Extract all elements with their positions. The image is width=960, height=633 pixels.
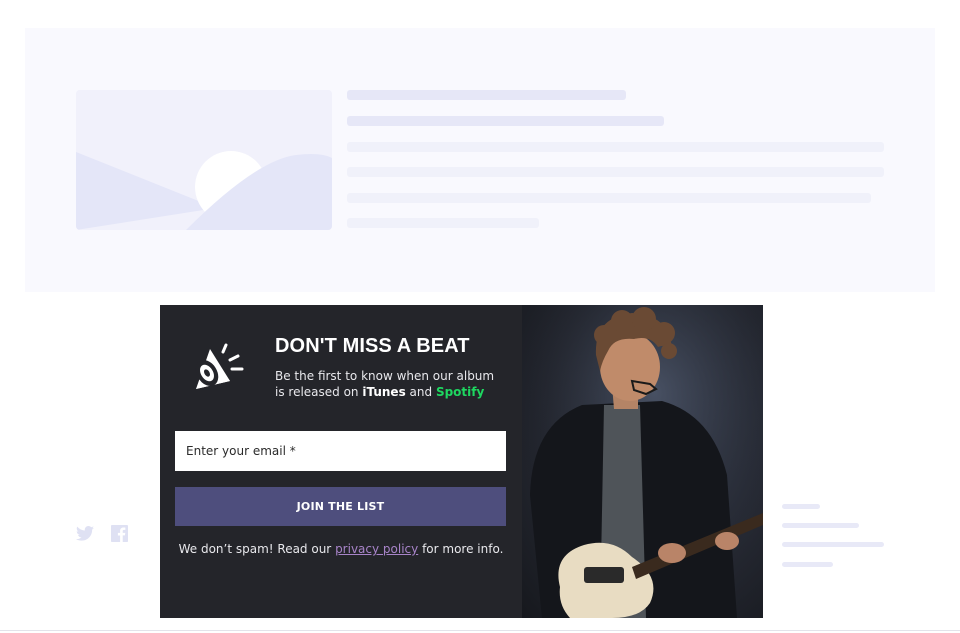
email-input[interactable] (175, 431, 506, 471)
placeholder-heading-line (347, 116, 664, 126)
spam-note-text: We don’t spam! Read our (178, 542, 336, 556)
landscape-icon (76, 90, 332, 230)
placeholder-text-line (347, 142, 884, 152)
description-text: and (405, 384, 436, 399)
modal-title: DON'T MISS A BEAT (275, 335, 470, 357)
placeholder-footer-line (782, 562, 833, 567)
placeholder-text-line (347, 167, 884, 177)
join-list-button[interactable]: JOIN THE LIST (175, 487, 506, 526)
newsletter-modal: DON'T MISS A BEAT Be the first to know w… (160, 305, 763, 618)
placeholder-footer-line (782, 504, 820, 509)
spotify-label: Spotify (435, 384, 485, 399)
modal-description: Be the first to know when our album is r… (275, 369, 505, 400)
page-divider (0, 630, 960, 631)
placeholder-text-line (347, 193, 871, 203)
placeholder-heading-line (347, 90, 626, 100)
modal-content: DON'T MISS A BEAT Be the first to know w… (160, 305, 522, 618)
privacy-policy-link[interactable]: privacy policy (335, 542, 418, 556)
itunes-label: iTunes (362, 384, 406, 399)
twitter-icon[interactable] (76, 525, 94, 542)
placeholder-image (76, 90, 332, 230)
placeholder-text-line (347, 218, 539, 228)
placeholder-footer-line (782, 542, 884, 547)
spam-note-text: for more info. (418, 542, 504, 556)
speaker-icon (195, 343, 244, 389)
placeholder-footer-line (782, 523, 859, 528)
spam-note: We don’t spam! Read our privacy policy f… (160, 542, 522, 556)
facebook-icon[interactable] (111, 525, 128, 542)
guitarist-image (522, 305, 763, 618)
guitarist-photo (522, 305, 763, 618)
